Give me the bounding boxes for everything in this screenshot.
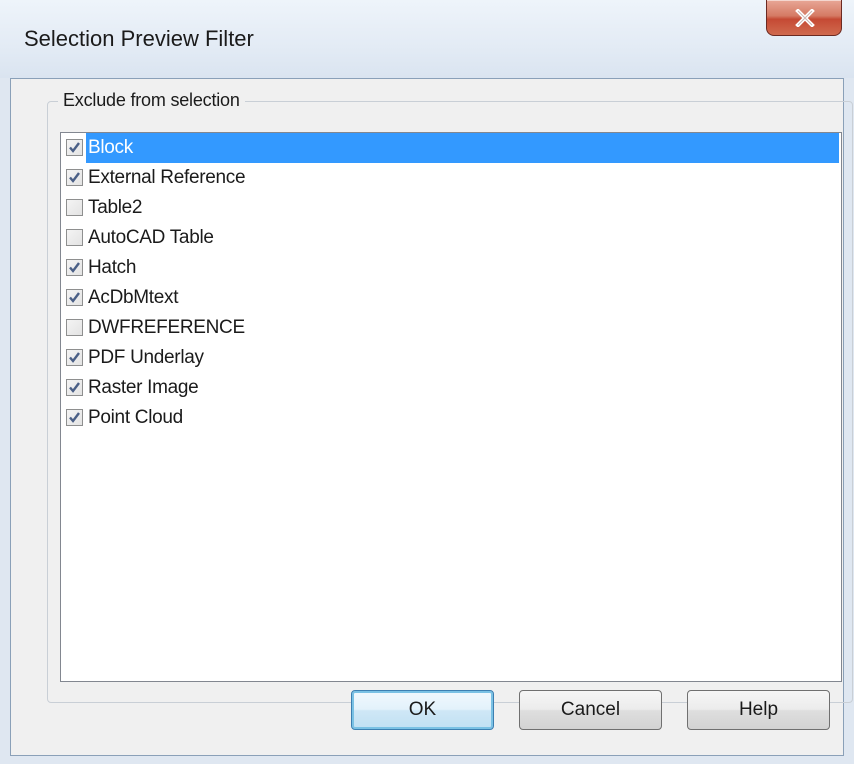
checkbox[interactable] xyxy=(66,199,83,216)
list-item-label: Hatch xyxy=(88,257,137,278)
checkmark-icon xyxy=(69,142,80,153)
checkbox[interactable] xyxy=(66,349,83,366)
list-item-label: Table2 xyxy=(88,197,143,218)
groupbox-label: Exclude from selection xyxy=(58,90,245,111)
dialog-window: Selection Preview Filter Exclude from se… xyxy=(0,0,854,764)
list-item[interactable]: Table2 xyxy=(61,193,841,223)
checkbox[interactable] xyxy=(66,169,83,186)
checkbox[interactable] xyxy=(66,289,83,306)
list-item-label: AutoCAD Table xyxy=(88,227,214,248)
object-type-listbox[interactable]: Block External Reference Table2 AutoCAD Tab… xyxy=(60,132,842,682)
cancel-button[interactable]: Cancel xyxy=(519,690,662,730)
list-item[interactable]: AutoCAD Table xyxy=(61,223,841,253)
checkmark-icon xyxy=(69,262,80,273)
exclude-groupbox: Exclude from selection Block External Ref… xyxy=(47,90,853,703)
list-item-label: DWFREFERENCE xyxy=(88,317,245,338)
list-item[interactable]: External Reference xyxy=(61,163,841,193)
list-item[interactable]: PDF Underlay xyxy=(61,343,841,373)
checkmark-icon xyxy=(69,382,80,393)
list-item-label: Raster Image xyxy=(88,377,199,398)
checkbox[interactable] xyxy=(66,409,83,426)
close-icon xyxy=(795,9,815,27)
checkbox[interactable] xyxy=(66,319,83,336)
list-item-label: Point Cloud xyxy=(88,407,183,428)
help-button[interactable]: Help xyxy=(687,690,830,730)
list-item[interactable]: Point Cloud xyxy=(61,403,841,433)
list-item-label: External Reference xyxy=(88,167,246,188)
close-button[interactable] xyxy=(766,0,842,36)
list-item[interactable]: Hatch xyxy=(61,253,841,283)
checkbox[interactable] xyxy=(66,229,83,246)
ok-button[interactable]: OK xyxy=(351,690,494,730)
list-item-label: Block xyxy=(86,133,839,163)
list-item[interactable]: AcDbMtext xyxy=(61,283,841,313)
dialog-client-area: Exclude from selection Block External Ref… xyxy=(10,78,853,756)
checkbox[interactable] xyxy=(66,379,83,396)
list-item[interactable]: Raster Image xyxy=(61,373,841,403)
checkmark-icon xyxy=(69,352,80,363)
list-item-label: AcDbMtext xyxy=(88,287,179,308)
list-item[interactable]: Block xyxy=(61,133,841,163)
checkbox[interactable] xyxy=(66,259,83,276)
list-item[interactable]: DWFREFERENCE xyxy=(61,313,841,343)
dialog-title: Selection Preview Filter xyxy=(24,26,254,51)
list-item-label: PDF Underlay xyxy=(88,347,204,368)
title-bar[interactable]: Selection Preview Filter xyxy=(0,0,854,78)
checkmark-icon xyxy=(69,172,80,183)
checkmark-icon xyxy=(69,292,80,303)
checkmark-icon xyxy=(69,412,80,423)
checkbox[interactable] xyxy=(66,139,83,156)
